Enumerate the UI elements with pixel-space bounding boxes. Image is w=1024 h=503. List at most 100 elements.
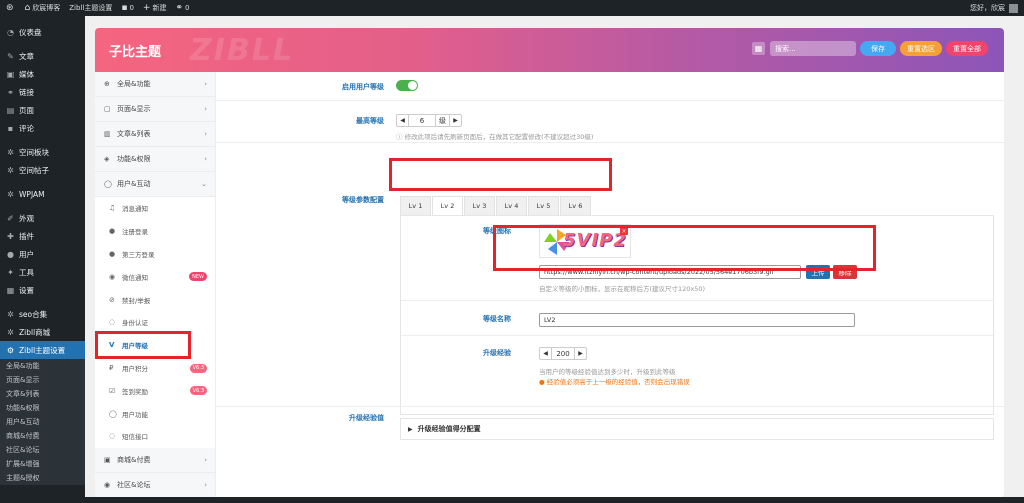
nav-section-shop[interactable]: ▣ 商城&付费 › xyxy=(95,447,215,473)
reset-all-button[interactable]: 重置全部 xyxy=(946,41,988,56)
submenu-item-forum[interactable]: 社区&论坛 xyxy=(0,443,85,457)
stepper-value[interactable]: 6 xyxy=(408,115,436,126)
menu-space-board[interactable]: ✲ 空间板块 xyxy=(0,143,85,161)
tab-lv6[interactable]: Lv 6 xyxy=(560,196,591,215)
nav-item-notify[interactable]: ♫ 消息通知 xyxy=(95,197,215,220)
admin-menu: ◔ 仪表盘 ✎ 文章 ▣ 媒体 ⚭ 链接 ▤ 页面 ▪ 评论 ✲ 空间板块 ✲ 空间帖子 ✲ WP… xyxy=(0,16,85,503)
reset-section-button[interactable]: 重置选区 xyxy=(900,41,942,56)
header-watermark: ZIBLL xyxy=(190,33,295,68)
submenu-item-page[interactable]: 页面&显示 xyxy=(0,373,85,387)
submenu-item-license[interactable]: 主题&授权 xyxy=(0,471,85,485)
comments-link[interactable]: ▪ 0 xyxy=(121,3,134,13)
site-name-link[interactable]: ⌂ 欣宸博客 xyxy=(25,3,61,13)
exp-help-text: 当用户的等级经验值达到多少时，升级到此等级 xyxy=(539,368,676,376)
menu-posts[interactable]: ✎ 文章 xyxy=(0,47,85,65)
nav-section-forum[interactable]: ◉ 社区&论坛 › xyxy=(95,472,215,497)
forum-icon: ◉ xyxy=(104,480,111,489)
nav-item-user-function[interactable]: ◯ 用户功能 xyxy=(95,402,215,425)
caret-right-icon: ▶ xyxy=(408,425,413,433)
menu-media[interactable]: ▣ 媒体 xyxy=(0,65,85,83)
media-icon: ▣ xyxy=(6,69,15,79)
circle-plus-icon: ⊕ xyxy=(104,80,110,88)
increment-icon[interactable]: ▶ xyxy=(575,348,586,359)
options-content: 启用用户等级 最高等级 ◀ 6 级 ▶ ⓘ 修改此项后请先刷新页面后，在做其它配… xyxy=(216,72,1004,497)
nav-item-checkin[interactable]: ☑ 签到奖励 V6.3 xyxy=(95,379,215,403)
upgrade-exp-collapse[interactable]: ▶ 升级经验值得分配置 xyxy=(400,418,994,440)
panel-header: ZIBLL 子比主题 ▦ 保存 重置选区 重置全部 xyxy=(95,28,1004,72)
increment-icon[interactable]: ▶ xyxy=(450,115,461,126)
menu-links[interactable]: ⚭ 链接 xyxy=(0,83,85,101)
menu-tools[interactable]: ✦ 工具 xyxy=(0,263,85,281)
book-icon: ▥ xyxy=(104,130,111,138)
nav-item-points[interactable]: ₽ 用户积分 V6.3 xyxy=(95,356,215,380)
menu-appearance[interactable]: ✐ 外观 xyxy=(0,209,85,227)
divider xyxy=(401,300,993,301)
save-button[interactable]: 保存 xyxy=(860,41,896,56)
menu-users[interactable]: ● 用户 xyxy=(0,245,85,263)
submenu-item-function[interactable]: 功能&权限 xyxy=(0,401,85,415)
tab-lv2[interactable]: Lv 2 xyxy=(432,196,463,215)
comment-icon: ▪ xyxy=(7,123,14,133)
menu-seo[interactable]: ✲ seo合集 xyxy=(0,305,85,323)
wp-logo-icon[interactable]: ⊛ xyxy=(6,3,16,13)
menu-settings[interactable]: ▦ 设置 xyxy=(0,281,85,299)
search-input[interactable] xyxy=(770,41,856,56)
nav-section-function[interactable]: ◈ 功能&权限 › xyxy=(95,147,215,172)
new-content-link[interactable]: + 新建 xyxy=(143,3,167,13)
field-label-upgrade-exp: 升级经验值 xyxy=(349,414,384,422)
chevron-right-icon: › xyxy=(204,130,207,138)
submenu-item-user[interactable]: 用户&互动 xyxy=(0,415,85,429)
icon-help-text: 自定义等级的小图标，显示在昵称后方(建议尺寸120x50) xyxy=(539,285,706,293)
level-name-input[interactable] xyxy=(539,313,855,327)
account-menu[interactable]: 您好，欣宸 xyxy=(970,3,1018,13)
level-tabs: Lv 1 Lv 2 Lv 3 Lv 4 Lv 5 Lv 6 xyxy=(400,196,592,215)
highlight-box-url xyxy=(493,225,876,271)
grid-view-icon[interactable]: ▦ xyxy=(752,42,765,55)
nav-section-post[interactable]: ▥ 文章&列表 › xyxy=(95,122,215,147)
plugin-icon: ✲ xyxy=(7,309,14,319)
exp-stepper[interactable]: ◀ 200 ▶ xyxy=(539,347,587,360)
tab-lv5[interactable]: Lv 5 xyxy=(528,196,559,215)
menu-zibll-shop[interactable]: ✲ Zibll商城 xyxy=(0,323,85,341)
menu-pages[interactable]: ▤ 页面 xyxy=(0,101,85,119)
theme-settings-link[interactable]: Zibll主题设置 xyxy=(69,3,112,13)
comment-icon: ▪ xyxy=(121,3,128,13)
max-level-stepper[interactable]: ◀ 6 级 ▶ xyxy=(396,114,462,127)
link-icon: ⚭ xyxy=(175,3,184,13)
nav-item-register[interactable]: ● 注册登录 xyxy=(95,219,215,243)
menu-zibll-settings[interactable]: ⚙ Zibll主题设置 xyxy=(0,341,85,359)
menu-wpjam[interactable]: ✲ WPJAM xyxy=(0,185,85,203)
menu-space-posts[interactable]: ✲ 空间帖子 xyxy=(0,161,85,179)
nav-item-oauth[interactable]: ● 第三方登录 xyxy=(95,242,215,266)
submenu-item-extend[interactable]: 扩展&增强 xyxy=(0,457,85,471)
nav-item-wechat[interactable]: ◉ 微信通知 NEW xyxy=(95,265,215,289)
bell-icon: ♫ xyxy=(109,204,116,213)
submenu-item-shop[interactable]: 商城&付费 xyxy=(0,429,85,443)
links-link[interactable]: ⚭ 0 xyxy=(175,3,189,13)
tab-lv4[interactable]: Lv 4 xyxy=(496,196,527,215)
nav-section-page[interactable]: ▢ 页面&显示 › xyxy=(95,97,215,122)
cart-icon: ▣ xyxy=(104,455,111,464)
menu-plugins[interactable]: ✚ 插件 xyxy=(0,227,85,245)
chevron-right-icon: › xyxy=(204,480,207,489)
submenu-item-post[interactable]: 文章&列表 xyxy=(0,387,85,401)
nav-item-sms[interactable]: ◌ 短信接口 xyxy=(95,424,215,448)
tab-lv3[interactable]: Lv 3 xyxy=(464,196,495,215)
submenu-item-global[interactable]: 全局&功能 xyxy=(0,359,85,373)
plus-icon: + xyxy=(142,3,151,13)
decrement-icon[interactable]: ◀ xyxy=(397,115,408,126)
tab-lv1[interactable]: Lv 1 xyxy=(400,196,431,215)
nav-item-ban[interactable]: ⊘ 禁封/举报 xyxy=(95,288,215,311)
stepper-value[interactable]: 200 xyxy=(551,348,575,359)
menu-dashboard[interactable]: ◔ 仪表盘 xyxy=(0,23,85,41)
nav-section-global[interactable]: ⊕ 全局&功能 › xyxy=(95,72,215,97)
enable-level-toggle[interactable] xyxy=(396,80,418,91)
decrement-icon[interactable]: ◀ xyxy=(540,348,551,359)
nav-section-user[interactable]: ◯ 用户&互动 ⌄ xyxy=(95,172,215,197)
dashboard-icon: ◔ xyxy=(7,27,14,37)
user-plus-icon: ● xyxy=(109,227,116,236)
chevron-right-icon: › xyxy=(204,80,207,88)
menu-comments[interactable]: ▪ 评论 xyxy=(0,119,85,137)
user-icon: ◯ xyxy=(104,180,112,188)
avatar xyxy=(1009,3,1018,13)
